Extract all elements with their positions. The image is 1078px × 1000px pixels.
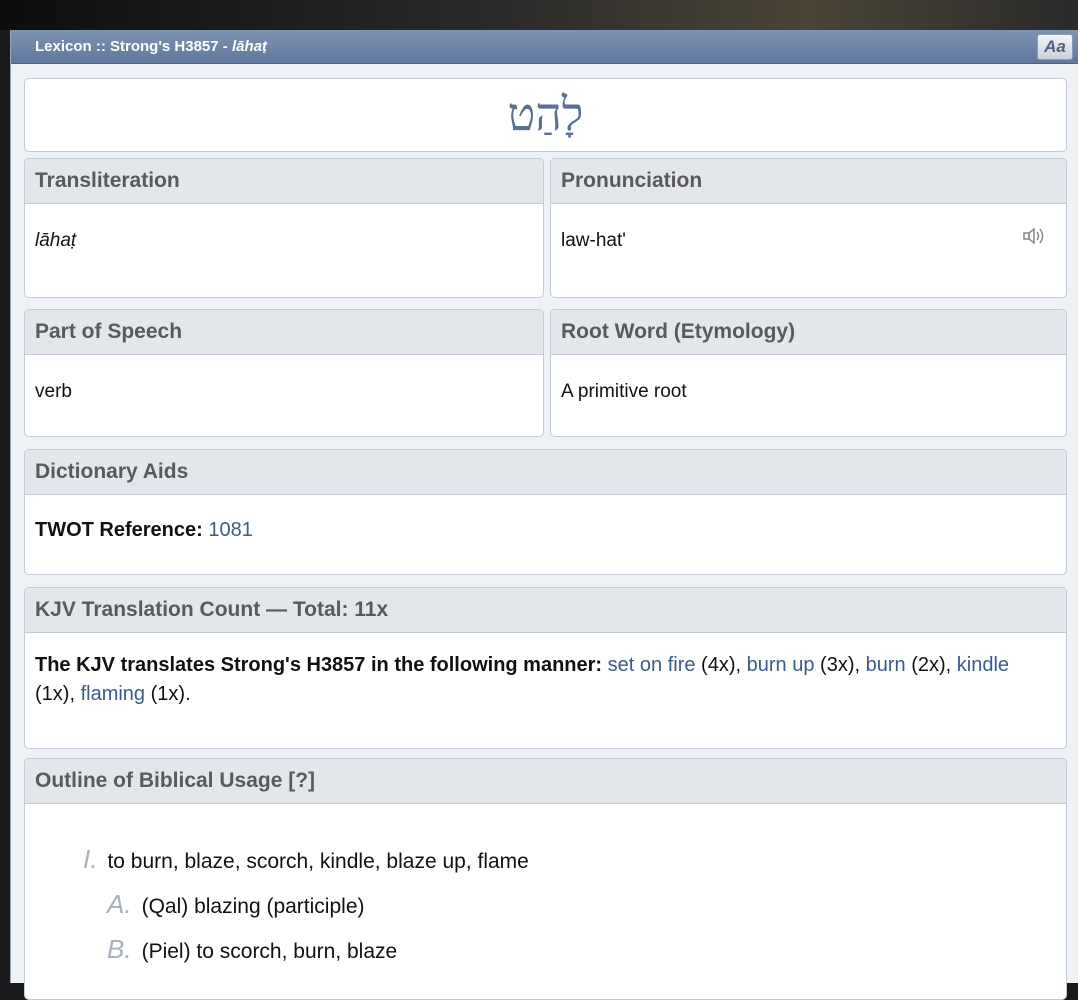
kjv-word-count: (1x) — [35, 683, 70, 705]
font-size-button[interactable]: Aa — [1037, 34, 1073, 60]
root-word-value: A primitive root — [561, 381, 687, 402]
root-word-box: Root Word (Etymology) A primitive root — [550, 309, 1067, 437]
outline-item-number: B. — [107, 934, 132, 964]
outline-header: Outline of Biblical Usage [?] — [25, 759, 1066, 804]
desktop-background — [0, 0, 1078, 30]
kjv-count-body: The KJV translates Strong's H3857 in the… — [25, 633, 1066, 709]
pronunciation-header: Pronunciation — [551, 159, 1066, 204]
title-prefix: Lexicon :: Strong's H3857 - — [35, 38, 232, 55]
kjv-word-link[interactable]: burn up — [747, 654, 815, 676]
kjv-word-link[interactable]: set on fire — [608, 654, 696, 676]
kjv-word-link[interactable]: flaming — [81, 683, 145, 705]
transliteration-box: Transliteration lāhaṭ — [24, 158, 544, 298]
outline-item-text: (Qal) blazing (participle) — [141, 895, 365, 918]
lexicon-window: Lexicon :: Strong's H3857 - lāhaṭ Aa לָה… — [10, 30, 1078, 1000]
title-bar: Lexicon :: Strong's H3857 - lāhaṭ Aa — [11, 30, 1078, 64]
kjv-count-box: KJV Translation Count — Total: 11x The K… — [24, 587, 1067, 749]
outline-item-number: I. — [83, 844, 98, 874]
kjv-word-count: (1x) — [150, 683, 186, 705]
kjv-word-count: (4x) — [701, 654, 736, 676]
kjv-count-header: KJV Translation Count — Total: 11x — [25, 588, 1066, 633]
transliteration-value: lāhaṭ — [35, 230, 77, 251]
dictionary-aids-header: Dictionary Aids — [25, 450, 1066, 495]
outline-item-text: to burn, blaze, scorch, kindle, blaze up… — [107, 850, 529, 873]
kjv-separator: , — [854, 654, 861, 676]
title-transliteration: lāhaṭ — [231, 38, 267, 55]
transliteration-header: Transliteration — [25, 159, 543, 204]
dictionary-aids-body: TWOT Reference: 1081 — [25, 495, 1066, 542]
pronunciation-value: law-hat' — [561, 230, 626, 251]
part-of-speech-box: Part of Speech verb — [24, 309, 544, 437]
outline-item-text: (Piel) to scorch, burn, blaze — [141, 940, 398, 963]
outline-item: A. (Qal) blazing (participle) — [107, 889, 365, 920]
kjv-separator: . — [185, 683, 191, 705]
part-of-speech-header: Part of Speech — [25, 310, 543, 355]
pronunciation-body: law-hat' — [551, 204, 1066, 296]
outline-list: I. to burn, blaze, scorch, kindle, blaze … — [25, 804, 1066, 994]
kjv-separator: , — [69, 683, 76, 705]
kjv-word-link[interactable]: kindle — [957, 654, 1009, 676]
part-of-speech-value: verb — [35, 381, 72, 402]
twot-reference-link[interactable]: 1081 — [208, 519, 253, 541]
twot-label: TWOT Reference: — [35, 519, 203, 541]
hebrew-word-box: לָהַט — [24, 78, 1067, 152]
window-title: Lexicon :: Strong's H3857 - lāhaṭ — [35, 30, 267, 63]
kjv-word-count: (2x) — [911, 654, 946, 676]
kjv-separator: , — [735, 654, 742, 676]
outline-item: I. to burn, blaze, scorch, kindle, blaze … — [83, 844, 529, 875]
dictionary-aids-box: Dictionary Aids TWOT Reference: 1081 — [24, 449, 1067, 575]
kjv-word-link[interactable]: burn — [866, 654, 906, 676]
outline-item-number: A. — [107, 889, 132, 919]
hebrew-word: לָהַט — [507, 87, 584, 141]
pronunciation-box: Pronunciation law-hat' — [550, 158, 1067, 298]
root-word-header: Root Word (Etymology) — [551, 310, 1066, 355]
kjv-intro: The KJV translates Strong's H3857 in the… — [35, 654, 603, 676]
kjv-separator: , — [945, 654, 952, 676]
outline-item: B. (Piel) to scorch, burn, blaze — [107, 934, 397, 965]
speaker-icon[interactable] — [1022, 224, 1050, 248]
kjv-word-count: (3x) — [820, 654, 855, 676]
outline-box: Outline of Biblical Usage [?] I. to burn,… — [24, 758, 1067, 1000]
